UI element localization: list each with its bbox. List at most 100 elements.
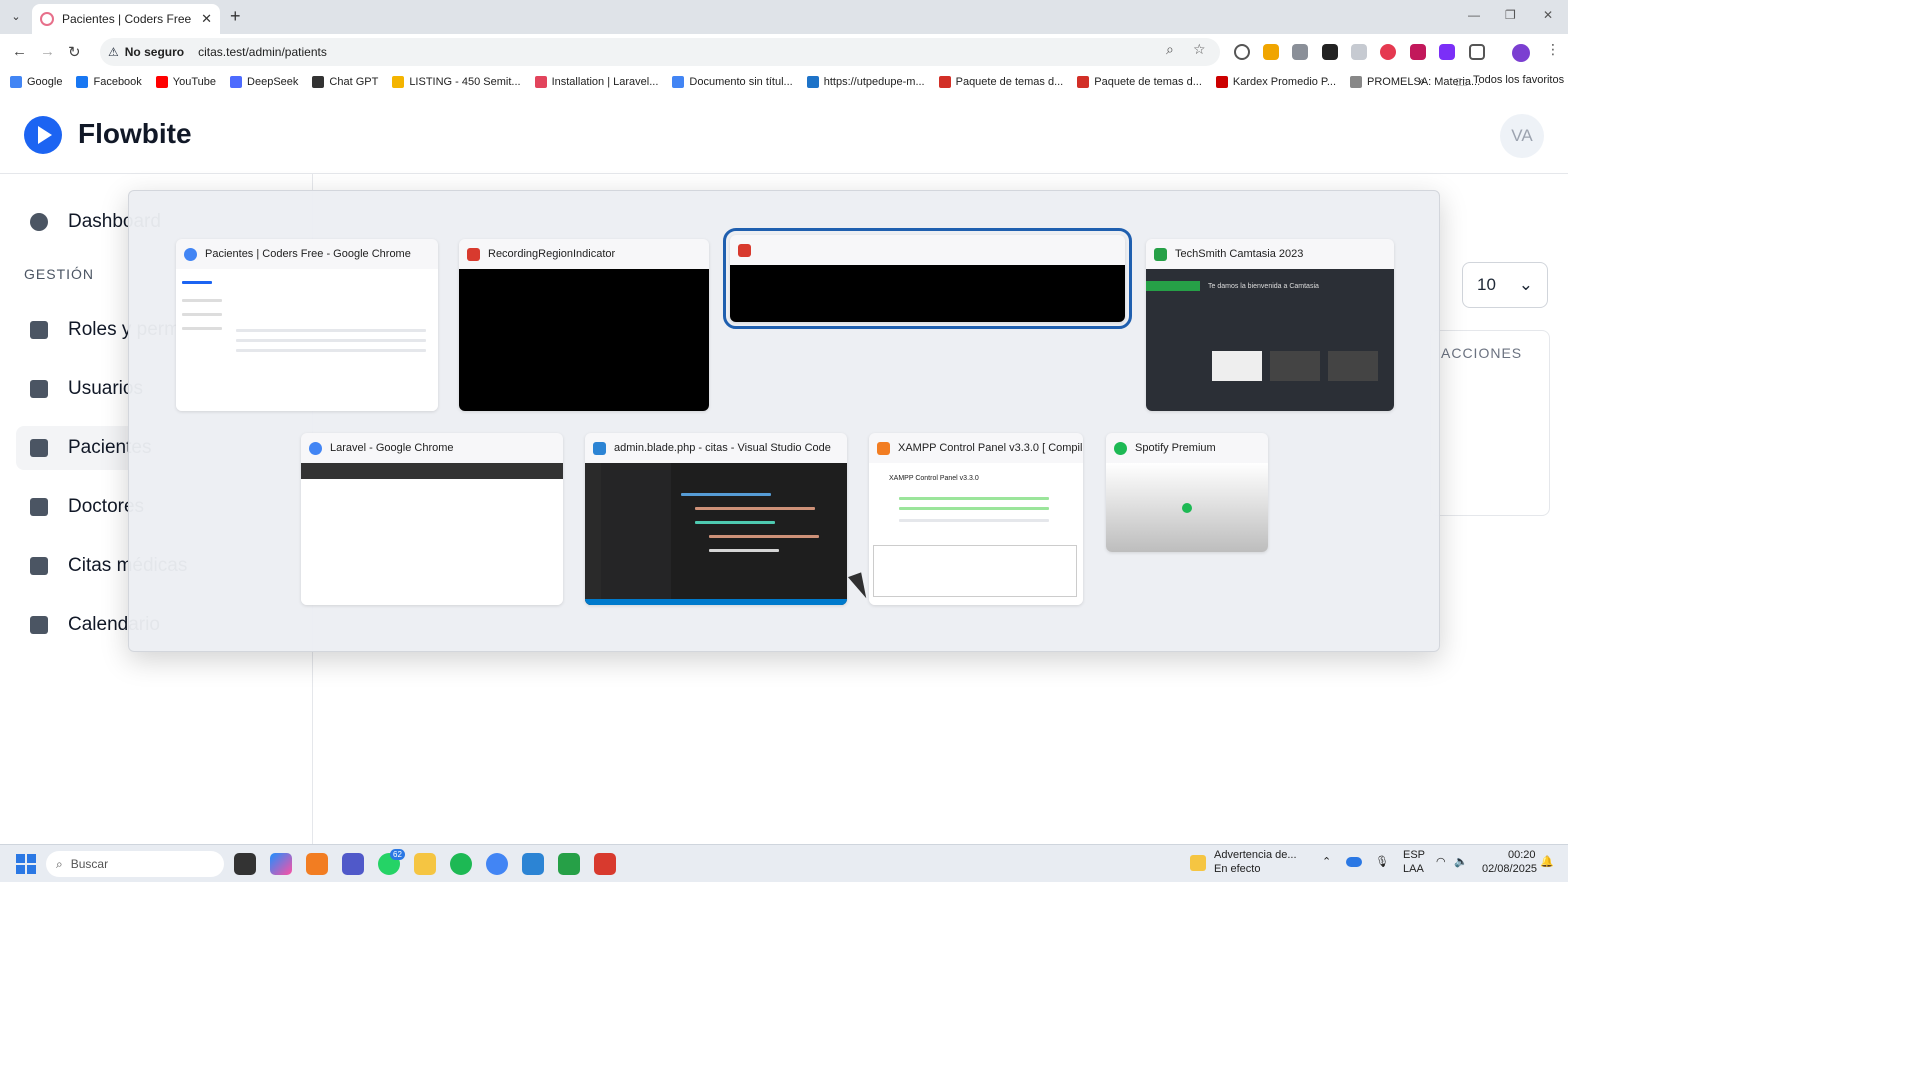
bookmark-item[interactable]: Paquete de temas d...: [938, 76, 1064, 88]
back-icon[interactable]: ←: [12, 43, 27, 60]
bookmark-item[interactable]: Kardex Promedio P...: [1215, 76, 1336, 88]
bookmark-item[interactable]: https://utpedupe-m...: [806, 76, 925, 88]
chrome-icon: [309, 441, 322, 455]
address-bar[interactable]: ⚠ No seguro citas.test/admin/patients: [100, 38, 1220, 66]
wifi-icon[interactable]: ◠: [1436, 855, 1446, 868]
extension-icon[interactable]: [1351, 44, 1367, 60]
minimize-icon[interactable]: —: [1468, 8, 1480, 22]
close-tab-icon[interactable]: ✕: [201, 11, 212, 27]
onedrive-icon[interactable]: [1346, 857, 1362, 867]
chevron-up-icon[interactable]: ⌃: [1322, 855, 1331, 868]
extension-icon[interactable]: [1234, 44, 1250, 60]
bookmark-label: Documento sin títul...: [689, 76, 793, 88]
taskbar-search-input[interactable]: ⌕ Buscar: [46, 851, 224, 877]
window-thumbnail: [730, 265, 1125, 322]
extension-icon[interactable]: [1410, 44, 1426, 60]
menu-kebab-icon[interactable]: ⋮: [1546, 41, 1560, 58]
all-bookmarks-folder[interactable]: 🗀 Todos los favoritos: [1456, 74, 1564, 93]
patient-icon: [30, 439, 48, 457]
file-explorer-icon[interactable]: [414, 853, 436, 875]
camtasia-taskbar-icon[interactable]: [558, 853, 580, 875]
window-thumbnail: [301, 463, 563, 605]
bookmark-item[interactable]: Paquete de temas d...: [1077, 76, 1202, 88]
notification-icon[interactable]: 🔔: [1540, 855, 1554, 868]
bookmark-item[interactable]: Facebook: [76, 76, 142, 88]
flowbite-logo[interactable]: [24, 116, 62, 154]
thumbnail-line: [899, 507, 1049, 510]
weather-title[interactable]: Advertencia de...: [1214, 849, 1297, 861]
window-thumbnail: Te damos la bienvenida a Camtasia: [1146, 269, 1394, 411]
clock-time[interactable]: 00:20: [1508, 849, 1536, 861]
spotify-taskbar-icon[interactable]: [450, 853, 472, 875]
tab-favicon-icon: [40, 12, 54, 26]
bookmark-item[interactable]: LISTING - 450 Semit...: [392, 76, 521, 88]
puzzle-icon[interactable]: [1469, 44, 1485, 60]
microphone-icon[interactable]: 🎙: [1375, 855, 1389, 868]
adblock-icon[interactable]: [1380, 44, 1396, 60]
switcher-window-xampp[interactable]: XAMPP Control Panel v3.3.0 [ Compil... X…: [869, 433, 1083, 605]
browser-tab-active[interactable]: Pacientes | Coders Free ✕: [32, 4, 220, 34]
browser-tab-strip: ⌄ Pacientes | Coders Free ✕ + — ❐ ✕: [0, 0, 1568, 34]
bookmarks-overflow-button[interactable]: »: [1418, 74, 1425, 88]
chrome-taskbar-icon[interactable]: [486, 853, 508, 875]
extension-icon[interactable]: [1292, 44, 1308, 60]
switcher-window-chrome-laravel[interactable]: Laravel - Google Chrome: [301, 433, 563, 605]
bookmark-item[interactable]: YouTube: [155, 76, 216, 88]
shield-icon: [30, 321, 48, 339]
bookmark-item[interactable]: Documento sin títul...: [672, 76, 793, 88]
bookmark-label: Installation | Laravel...: [551, 76, 659, 88]
thumbnail-log: [873, 545, 1077, 597]
xampp-taskbar-icon[interactable]: [306, 853, 328, 875]
camtasia-icon: [1154, 247, 1167, 261]
tab-search-chevron-icon[interactable]: ⌄: [6, 7, 26, 27]
thumbnail-line: [709, 549, 779, 552]
profile-avatar[interactable]: [1512, 44, 1530, 62]
thumbnail-line: [236, 339, 426, 342]
volume-icon[interactable]: 🔈: [1454, 855, 1468, 868]
per-page-select[interactable]: 10 ⌄: [1462, 262, 1548, 308]
security-label[interactable]: No seguro: [125, 45, 184, 59]
avatar[interactable]: VA: [1500, 114, 1544, 158]
thumbnail-explorer: [601, 463, 671, 605]
warning-tray-icon[interactable]: [1190, 855, 1206, 871]
extension-icon[interactable]: [1322, 44, 1338, 60]
vscode-taskbar-icon[interactable]: [522, 853, 544, 875]
bookmark-favicon-icon: [1215, 76, 1228, 88]
switcher-window-chrome-patients[interactable]: Pacientes | Coders Free - Google Chrome: [176, 239, 438, 411]
language-code[interactable]: ESP: [1403, 849, 1425, 861]
switcher-window-spotify[interactable]: Spotify Premium: [1106, 433, 1268, 552]
all-bookmarks-label: Todos los favoritos: [1473, 74, 1565, 86]
window-title: admin.blade.php - citas - Visual Studio …: [614, 442, 831, 454]
bookmark-label: Paquete de temas d...: [955, 76, 1064, 88]
copilot-icon[interactable]: [270, 853, 292, 875]
thumbnail-line: [709, 535, 819, 538]
new-tab-button[interactable]: +: [230, 6, 241, 27]
url-text[interactable]: citas.test/admin/patients: [198, 45, 327, 59]
clock-date[interactable]: 02/08/2025: [1482, 863, 1537, 875]
teams-icon[interactable]: [342, 853, 364, 875]
task-view-icon[interactable]: [234, 853, 256, 875]
extension-icon[interactable]: [1439, 44, 1455, 60]
bookmark-star-icon[interactable]: ☆: [1193, 41, 1206, 58]
doctor-icon: [30, 498, 48, 516]
thumbnail-line: [236, 349, 426, 352]
brand-name[interactable]: Flowbite: [78, 118, 192, 150]
bookmark-favicon-icon: [76, 76, 89, 88]
switcher-window-camtasia[interactable]: TechSmith Camtasia 2023 Te damos la bien…: [1146, 239, 1394, 411]
bookmark-item[interactable]: Google: [10, 76, 62, 88]
close-window-icon[interactable]: ✕: [1543, 8, 1553, 22]
switcher-window-vscode[interactable]: admin.blade.php - citas - Visual Studio …: [585, 433, 847, 605]
start-button[interactable]: [16, 854, 36, 874]
reload-icon[interactable]: ↻: [68, 43, 81, 61]
restore-icon[interactable]: ❐: [1505, 8, 1516, 22]
bookmark-label: DeepSeek: [247, 76, 299, 88]
camtasia-recorder-taskbar-icon[interactable]: [594, 853, 616, 875]
bookmark-item[interactable]: Chat GPT: [312, 76, 378, 88]
bookmark-item[interactable]: Installation | Laravel...: [534, 76, 659, 88]
switcher-window-recorder-selected[interactable]: [723, 228, 1132, 329]
forward-icon[interactable]: →: [40, 43, 55, 60]
switcher-window-recording-region[interactable]: RecordingRegionIndicator: [459, 239, 709, 411]
extension-icon[interactable]: [1263, 44, 1279, 60]
bookmark-item[interactable]: DeepSeek: [230, 76, 298, 88]
zoom-icon[interactable]: ⌕: [1166, 41, 1174, 58]
